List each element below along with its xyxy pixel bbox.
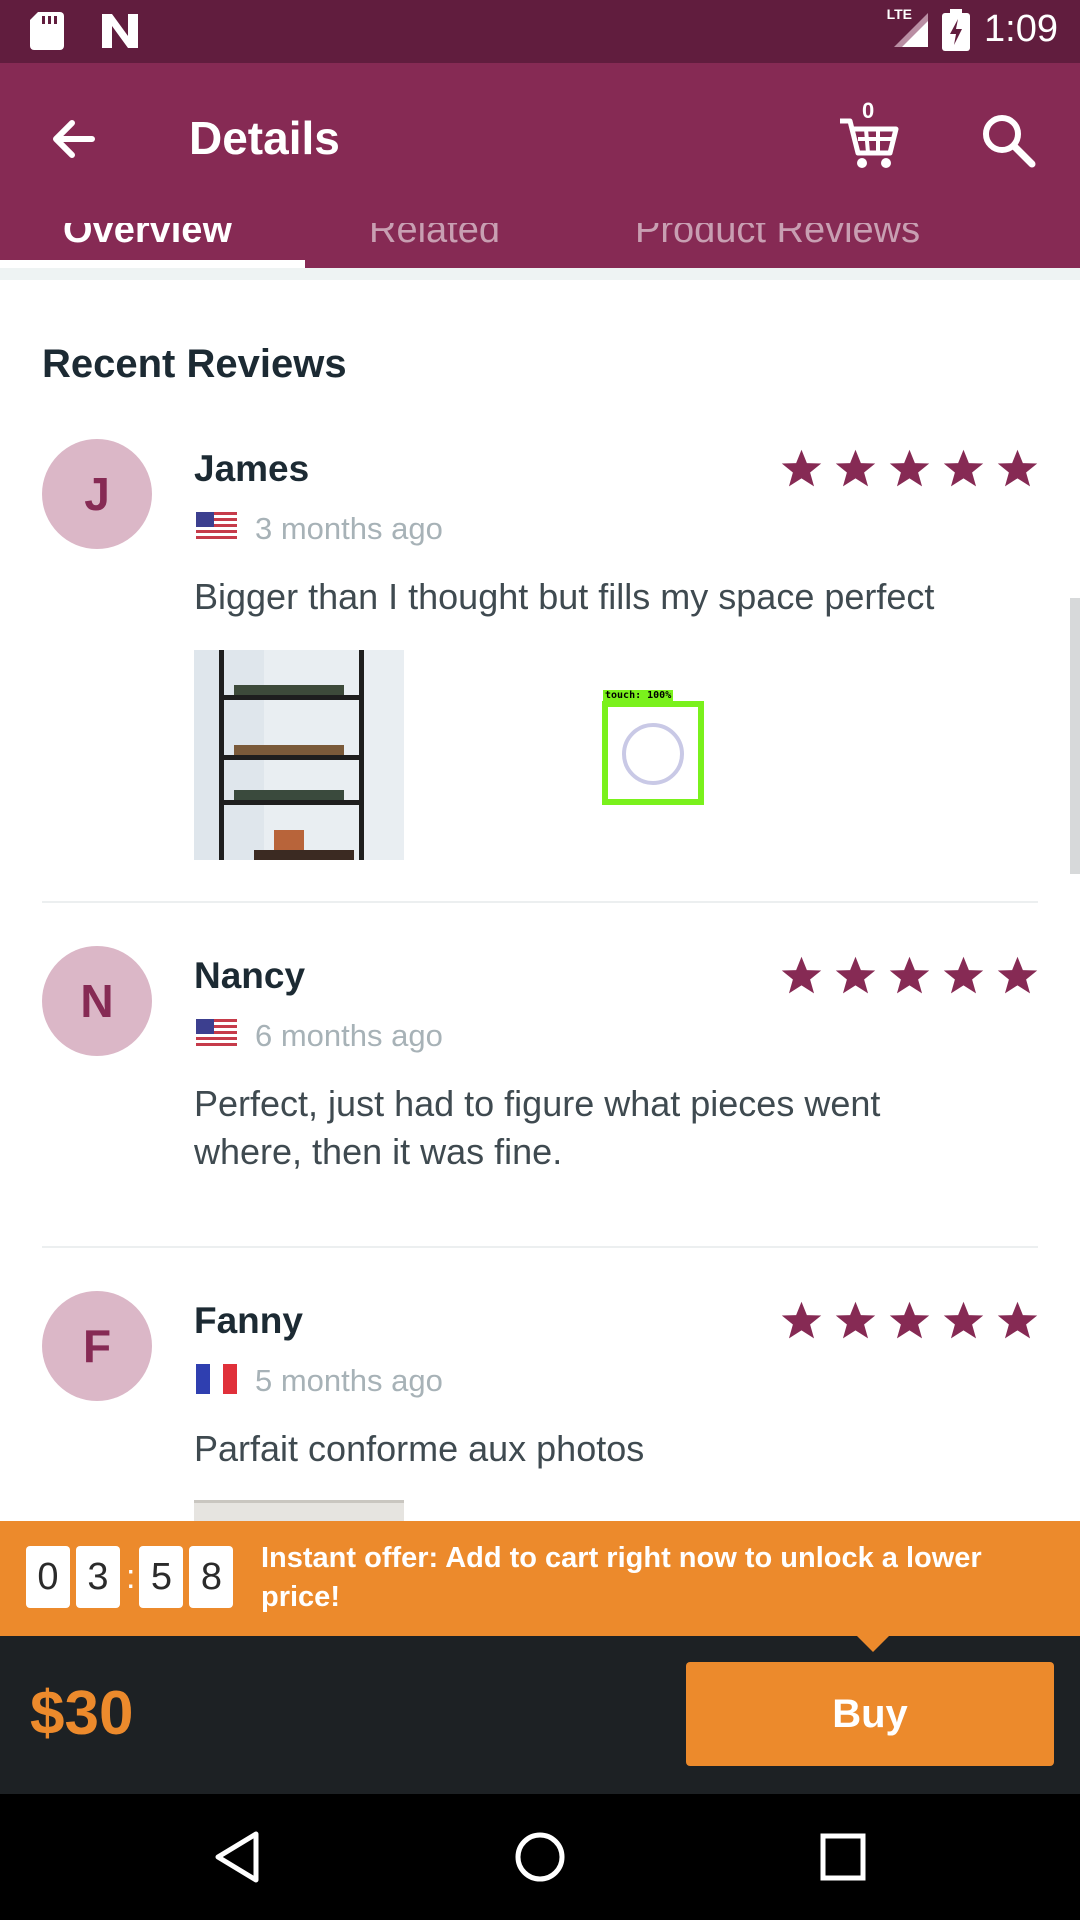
star-icon	[997, 1301, 1038, 1339]
review-text: Bigger than I thought but fills my space…	[194, 576, 935, 617]
instant-offer-banner[interactable]: 0 3 : 5 8 Instant offer: Add to cart rig…	[0, 1521, 1080, 1636]
scrollbar-thumb[interactable]	[1070, 598, 1080, 874]
clock: 1:09	[984, 8, 1058, 50]
review-separator	[42, 901, 1038, 903]
n-notification-icon	[102, 14, 138, 48]
timer-digit: 3	[76, 1546, 120, 1608]
avatar: F	[42, 1291, 152, 1401]
review-date: 6 months ago	[255, 1018, 443, 1053]
star-icon	[781, 956, 822, 994]
buy-button[interactable]: Buy	[686, 1662, 1054, 1766]
active-tab-indicator	[0, 260, 305, 268]
back-arrow-icon[interactable]	[44, 109, 104, 169]
fr-flag-icon	[196, 1364, 237, 1394]
status-bar: LTE 1:09	[0, 0, 1080, 63]
star-icon	[997, 956, 1038, 994]
timer-digit: 5	[139, 1546, 184, 1608]
system-navigation-bar	[0, 1794, 1080, 1920]
countdown-timer: 0 3 : 5 8	[26, 1546, 239, 1608]
touch-indicator-label: touch: 100%	[603, 690, 674, 701]
home-nav-icon[interactable]	[514, 1830, 566, 1884]
cart-count-badge: 0	[862, 98, 875, 123]
us-flag-icon	[196, 1019, 237, 1049]
star-icon	[835, 1301, 876, 1339]
app-bar: Details 0 Overview Related Product Revie…	[0, 63, 1080, 268]
offer-text: Instant offer: Add to cart right now to …	[261, 1542, 982, 1613]
header-divider	[0, 268, 1080, 280]
signal-icon	[894, 12, 929, 47]
page-title: Details	[189, 112, 340, 164]
avatar: N	[42, 946, 152, 1056]
star-icon	[889, 449, 930, 487]
tab-related[interactable]: Related	[369, 223, 500, 252]
section-title: Recent Reviews	[42, 342, 347, 386]
back-nav-icon[interactable]	[212, 1830, 262, 1884]
review-separator	[42, 1246, 1038, 1248]
battery-icon	[942, 8, 971, 51]
timer-digit: 8	[189, 1546, 234, 1608]
reviewer-name: Nancy	[194, 955, 306, 996]
avatar: J	[42, 439, 152, 549]
review-text: Perfect, just had to figure what pieces …	[194, 1083, 881, 1172]
rating-stars	[780, 954, 1039, 997]
shelf-photo	[194, 650, 404, 860]
reviewer-name: James	[194, 448, 310, 489]
offer-pointer	[857, 1636, 889, 1652]
recents-nav-icon[interactable]	[820, 1830, 866, 1884]
reviewer-name: Fanny	[194, 1300, 303, 1341]
star-icon	[835, 449, 876, 487]
star-icon	[943, 449, 984, 487]
timer-digit: 0	[26, 1546, 70, 1608]
tab-product-reviews[interactable]: Product Reviews	[635, 223, 920, 252]
star-icon	[835, 956, 876, 994]
timer-colon: :	[126, 1557, 136, 1596]
search-icon[interactable]	[978, 110, 1038, 170]
review-date: 5 months ago	[255, 1363, 443, 1398]
sd-card-icon	[30, 12, 64, 50]
star-icon	[889, 956, 930, 994]
touch-point	[622, 723, 684, 785]
star-icon	[889, 1301, 930, 1339]
star-icon	[781, 1301, 822, 1339]
review-date: 3 months ago	[255, 511, 443, 546]
tab-overview[interactable]: Overview	[63, 223, 232, 252]
us-flag-icon	[196, 512, 237, 542]
star-icon	[781, 449, 822, 487]
purchase-bar: $30 Buy	[0, 1636, 1080, 1794]
review-photo-thumbnail	[194, 1500, 404, 1521]
star-icon	[943, 956, 984, 994]
price-label: $30	[30, 1679, 134, 1748]
review-photo[interactable]	[194, 650, 404, 860]
star-icon	[997, 449, 1038, 487]
star-icon	[943, 1301, 984, 1339]
review-photo[interactable]	[194, 1500, 404, 1521]
rating-stars	[780, 1299, 1039, 1342]
review-text: Parfait conforme aux photos	[194, 1428, 645, 1469]
rating-stars	[780, 447, 1039, 490]
